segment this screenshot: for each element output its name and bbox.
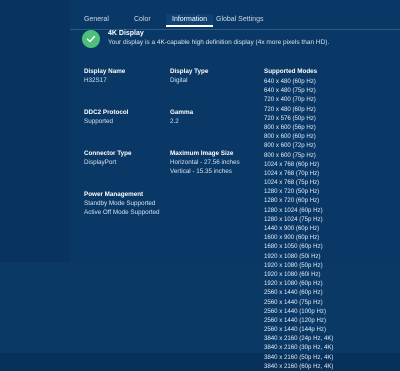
power-management-label: Power Management: [84, 191, 144, 198]
supported-mode-item: 720 x 480 (60p Hz): [264, 105, 316, 113]
display-type-value: Digital: [170, 77, 188, 84]
supported-mode-item: 2560 x 1440 (60p Hz): [264, 289, 323, 297]
tab-general[interactable]: General: [84, 16, 109, 23]
supported-modes-list: 640 x 480 (60p Hz) 640 x 480 (75p Hz) 720 …: [264, 77, 333, 371]
supported-mode-item: 3840 x 2160 (24p Hz, 4K): [264, 335, 334, 343]
supported-mode-item: 1920 x 1080 (50p Hz): [264, 261, 323, 269]
banner-title: 4K Display: [108, 30, 144, 37]
supported-mode-item: 800 x 600 (60p Hz): [264, 133, 316, 141]
supported-mode-item: 3840 x 2160 (30p Hz, 4K): [264, 344, 334, 352]
display-name-label: Display Name: [84, 68, 126, 75]
ddc2-value: Supported: [84, 118, 114, 125]
max-image-horizontal: Horizontal - 27.56 inches: [170, 159, 240, 166]
lower-band: [0, 262, 400, 353]
supported-mode-item: 1920 x 1080 (60i Hz): [264, 270, 321, 278]
supported-modes-label: Supported Modes: [264, 68, 318, 75]
checkmark-icon: [82, 30, 100, 48]
supported-mode-item: 800 x 600 (75p Hz): [264, 151, 316, 159]
supported-mode-item: 800 x 600 (72p Hz): [264, 142, 316, 150]
max-image-vertical: Vertical - 15.35 inches: [170, 168, 232, 175]
supported-mode-item: 2560 x 1440 (144p Hz): [264, 326, 326, 334]
supported-mode-item: 2560 x 1440 (120p Hz): [264, 316, 326, 324]
supported-mode-item: 1440 x 900 (60p Hz): [264, 225, 320, 232]
supported-mode-item: 3840 x 2160 (50p Hz, 4K): [264, 353, 334, 361]
display-name-value: H32S17: [84, 77, 107, 84]
supported-mode-item: 3840 x 2160 (60p Hz, 4K): [264, 362, 334, 370]
gamma-value: 2.2: [170, 118, 179, 125]
supported-mode-item: 1280 x 720 (50p Hz): [264, 188, 320, 196]
tab-bar: General Color Information Global Setting…: [70, 13, 400, 30]
tab-information[interactable]: Information: [166, 14, 214, 27]
supported-mode-item: 2560 x 1440 (75p Hz): [264, 298, 323, 306]
supported-mode-item: 2560 x 1440 (100p Hz): [264, 307, 326, 315]
tab-global-settings[interactable]: Global Settings: [216, 16, 263, 23]
supported-mode-item: 1920 x 1080 (60p Hz): [264, 280, 323, 288]
supported-mode-item: 1920 x 1080 (50i Hz): [264, 252, 321, 260]
power-active-off-value: Active Off Mode Supported: [84, 209, 160, 216]
display-type-label: Display Type: [170, 68, 209, 75]
supported-mode-item: 1024 x 768 (70p Hz): [264, 169, 320, 177]
supported-mode-item: 1024 x 768 (60p Hz): [264, 160, 320, 168]
supported-mode-item: 1680 x 1050 (60p Hz): [264, 243, 323, 251]
tab-color[interactable]: Color: [134, 16, 151, 23]
supported-mode-item: 720 x 400 (70p Hz): [264, 96, 316, 104]
connector-type-label: Connector Type: [84, 150, 132, 157]
supported-mode-item: 800 x 600 (56p Hz): [264, 123, 316, 131]
supported-mode-item: 1280 x 720 (60p Hz): [264, 197, 320, 205]
supported-mode-item: 720 x 576 (50p Hz): [264, 114, 316, 122]
supported-mode-item: 1280 x 1024 (60p Hz): [264, 206, 323, 214]
supported-mode-item: 1600 x 900 (60p Hz): [264, 234, 320, 242]
max-image-size-label: Maximum Image Size: [170, 150, 234, 157]
ddc2-label: DDC2 Protocol: [84, 109, 129, 116]
supported-mode-item: 1280 x 1024 (75p Hz): [264, 215, 323, 223]
gamma-label: Gamma: [170, 109, 194, 116]
supported-mode-item: 640 x 480 (60p Hz): [264, 78, 316, 85]
supported-mode-item: 1024 x 768 (75p Hz): [264, 179, 320, 187]
power-standby-value: Standby Mode Supported: [84, 200, 156, 207]
banner-text: Your display is a 4K-capable high defini…: [108, 39, 330, 46]
connector-type-value: DisplayPort: [84, 159, 117, 166]
supported-mode-item: 640 x 480 (75p Hz): [264, 87, 316, 95]
